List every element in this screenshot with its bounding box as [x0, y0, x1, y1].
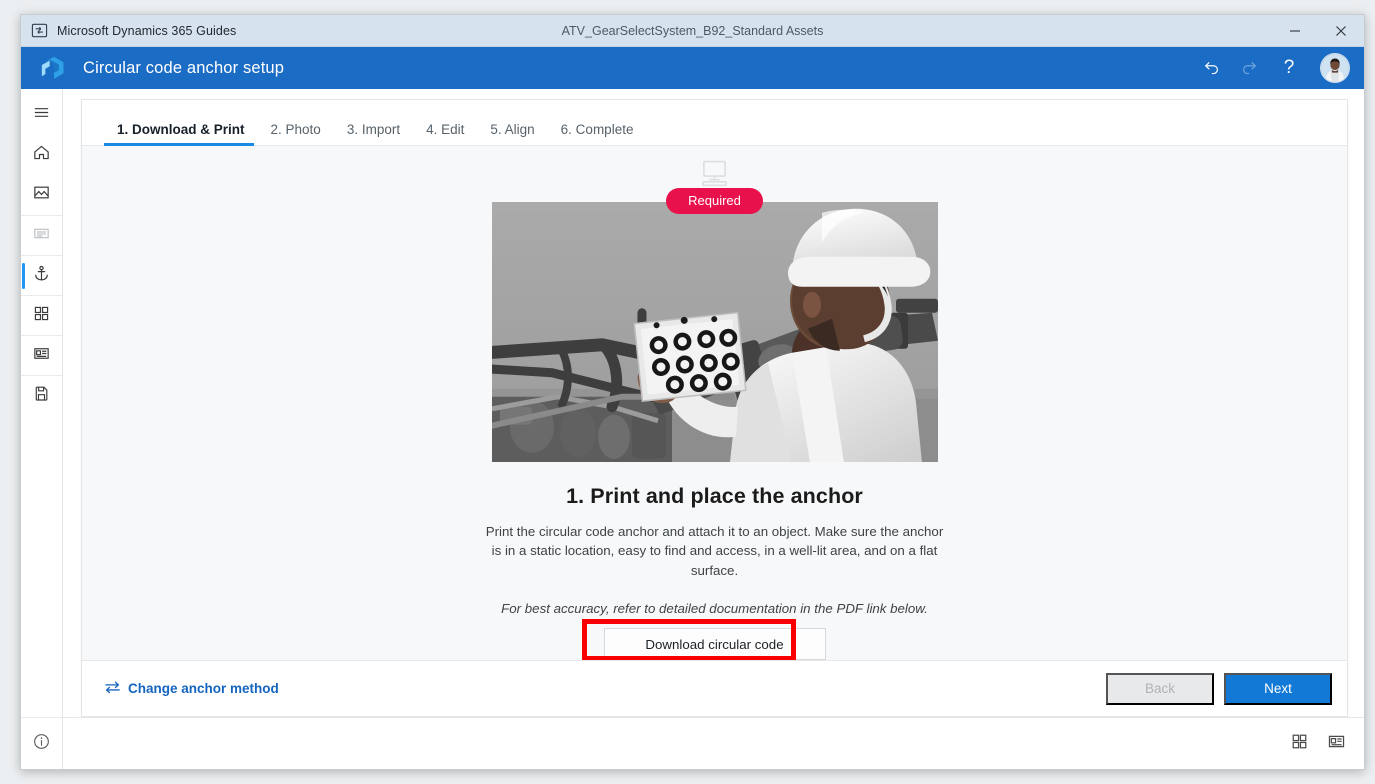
- title-bar: Microsoft Dynamics 365 Guides ATV_GearSe…: [21, 15, 1364, 47]
- avatar[interactable]: [1320, 53, 1350, 83]
- hamburger-icon: [32, 103, 51, 127]
- wizard-tabs: 1. Download & Print 2. Photo 3. Import 4…: [82, 100, 1347, 146]
- sidebar-item-anchor[interactable]: [21, 255, 62, 295]
- swap-arrows-icon: [104, 679, 121, 699]
- grid-icon: [32, 304, 51, 328]
- tab-photo[interactable]: 2. Photo: [258, 122, 334, 146]
- header-actions: ?: [1193, 51, 1354, 85]
- sidebar: [21, 89, 63, 769]
- close-button[interactable]: [1318, 15, 1364, 46]
- tab-download-print[interactable]: 1. Download & Print: [104, 122, 258, 146]
- redo-icon[interactable]: [1232, 51, 1268, 85]
- step-title: 1. Print and place the anchor: [566, 483, 863, 508]
- list-text-icon: [32, 224, 51, 248]
- undo-icon[interactable]: [1193, 51, 1229, 85]
- step-description: Print the circular code anchor and attac…: [485, 523, 944, 578]
- card-view-icon[interactable]: [1327, 732, 1346, 756]
- grid-view-icon[interactable]: [1290, 732, 1309, 756]
- window-body: 1. Download & Print 2. Photo 3. Import 4…: [21, 89, 1364, 769]
- dynamics-guides-logo-icon: [39, 55, 69, 81]
- wizard-footer: Change anchor method Back Next: [82, 660, 1347, 716]
- info-circle-icon: [32, 732, 51, 756]
- app-name-label: Microsoft Dynamics 365 Guides: [57, 23, 237, 38]
- sidebar-item-home[interactable]: [21, 135, 62, 175]
- main-inner: 1. Download & Print 2. Photo 3. Import 4…: [63, 89, 1364, 717]
- tab-complete[interactable]: 6. Complete: [548, 122, 647, 146]
- tab-align[interactable]: 5. Align: [477, 122, 547, 146]
- page-title: Circular code anchor setup: [83, 58, 285, 77]
- sidebar-item-apps[interactable]: [21, 295, 62, 335]
- desktop-monitor-icon: [698, 160, 731, 187]
- tab-edit[interactable]: 4. Edit: [413, 122, 477, 146]
- anchor-icon: [32, 264, 51, 288]
- application-window: Microsoft Dynamics 365 Guides ATV_GearSe…: [20, 14, 1365, 770]
- guides-app-icon: [31, 22, 48, 39]
- footer-buttons: Back Next: [1106, 672, 1332, 705]
- title-bar-left: Microsoft Dynamics 365 Guides: [21, 22, 236, 39]
- status-bar: [63, 717, 1364, 769]
- window-controls: [1272, 15, 1364, 46]
- help-label: ?: [1283, 57, 1295, 78]
- status-badge: Required: [666, 188, 763, 214]
- help-button[interactable]: ?: [1271, 51, 1307, 85]
- change-anchor-method-label: Change anchor method: [128, 681, 279, 696]
- sidebar-item-layout[interactable]: [21, 335, 62, 375]
- app-header: Circular code anchor setup ?: [21, 47, 1364, 89]
- download-button-wrapper: Download circular code: [581, 619, 826, 660]
- home-icon: [32, 143, 51, 167]
- change-anchor-method-link[interactable]: Change anchor method: [104, 679, 279, 699]
- save-icon: [32, 384, 51, 408]
- sidebar-item-save[interactable]: [21, 375, 62, 415]
- next-button[interactable]: Next: [1224, 672, 1332, 705]
- minimize-button[interactable]: [1272, 15, 1318, 46]
- wizard-content: Required 1. Print and place the anchor P…: [82, 146, 1347, 660]
- image-icon: [32, 183, 51, 207]
- technician-anchor-image: [491, 202, 938, 462]
- card-layout-icon: [32, 344, 51, 368]
- step-note: For best accuracy, refer to detailed doc…: [501, 601, 928, 616]
- sidebar-item-info[interactable]: [21, 717, 62, 769]
- back-button[interactable]: Back: [1106, 672, 1214, 705]
- sidebar-item-menu-toggle[interactable]: [21, 95, 62, 135]
- download-circular-code-button[interactable]: Download circular code: [603, 628, 826, 660]
- hero-illustration: [491, 202, 938, 462]
- main-region: 1. Download & Print 2. Photo 3. Import 4…: [63, 89, 1364, 769]
- wizard-card: 1. Download & Print 2. Photo 3. Import 4…: [81, 99, 1348, 717]
- sidebar-item-steps[interactable]: [21, 215, 62, 255]
- sidebar-item-media[interactable]: [21, 175, 62, 215]
- sidebar-bottom: [21, 717, 62, 769]
- tab-import[interactable]: 3. Import: [334, 122, 413, 146]
